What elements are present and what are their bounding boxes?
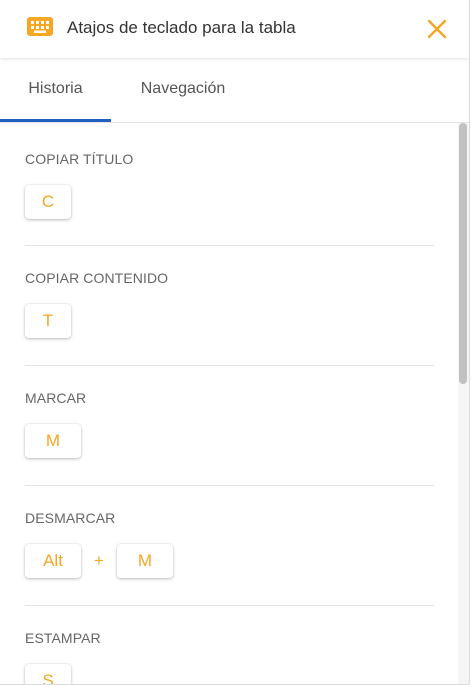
- section-title: COPIAR CONTENIDO: [25, 270, 169, 286]
- tab-bar: Historia Navegación: [0, 58, 469, 123]
- section-title: COPIAR TÍTULO: [25, 151, 134, 167]
- close-icon[interactable]: [425, 17, 449, 41]
- divider: [25, 365, 434, 366]
- key-m[interactable]: M: [117, 544, 173, 578]
- key-m[interactable]: M: [25, 424, 81, 458]
- key-combo: M: [25, 424, 81, 460]
- panel-title: Atajos de teclado para la tabla: [67, 18, 296, 37]
- shortcuts-list: COPIAR TÍTULO C COPIAR CONTENIDO T MARCA…: [0, 123, 469, 684]
- key-t[interactable]: T: [25, 304, 71, 338]
- tab-historia-label: Historia: [28, 80, 83, 97]
- plus-separator: +: [94, 551, 104, 570]
- tab-navegacion[interactable]: Navegación: [111, 58, 255, 121]
- section-title: ESTAMPAR: [25, 630, 101, 646]
- divider: [25, 485, 434, 486]
- divider: [25, 245, 434, 246]
- shortcuts-panel: Atajos de teclado para la tabla Historia…: [0, 0, 470, 685]
- key-combo: T: [25, 304, 71, 340]
- key-combo: C: [25, 185, 71, 221]
- section-title: DESMARCAR: [25, 510, 116, 526]
- key-alt[interactable]: Alt: [25, 544, 81, 578]
- key-c[interactable]: C: [25, 185, 71, 219]
- section-title: MARCAR: [25, 390, 87, 406]
- key-combo: Alt + M: [25, 544, 173, 580]
- scrollbar-thumb[interactable]: [459, 123, 467, 384]
- tab-navegacion-label: Navegación: [140, 80, 226, 97]
- key-combo: S: [25, 664, 71, 684]
- scrollbar[interactable]: [458, 123, 469, 684]
- keyboard-icon: [27, 17, 53, 36]
- panel-header: Atajos de teclado para la tabla: [0, 0, 469, 58]
- key-s[interactable]: S: [25, 664, 71, 684]
- divider: [25, 605, 434, 606]
- tab-historia[interactable]: Historia: [0, 58, 111, 122]
